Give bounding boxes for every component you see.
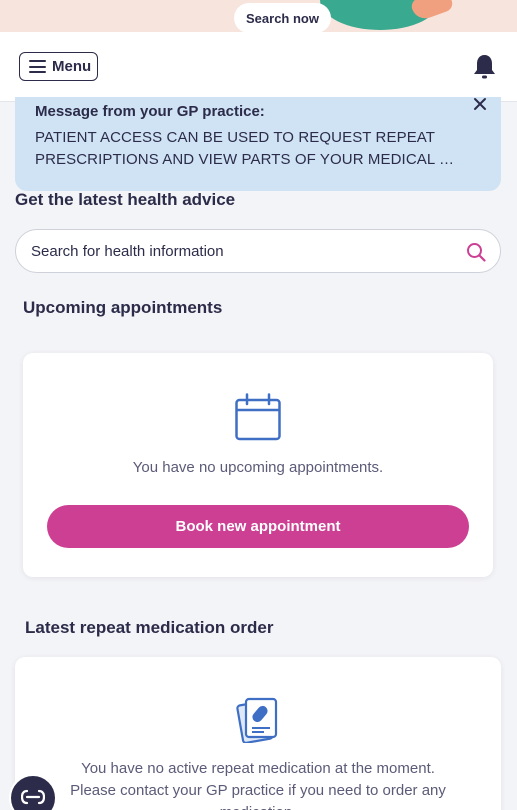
health-advice-heading: Get the latest health advice <box>15 190 236 209</box>
close-icon[interactable] <box>473 97 487 111</box>
no-appointments-text: You have no upcoming appointments. <box>132 459 384 476</box>
health-search-placeholder: Search for health information <box>31 242 224 260</box>
appointments-card: You have no upcoming appointments. Book … <box>23 353 493 577</box>
bell-icon[interactable] <box>471 53 498 81</box>
appointments-heading: Upcoming appointments <box>23 298 223 317</box>
app-header: Menu <box>0 32 517 102</box>
medication-text-line: You have no active repeat medication at … <box>81 760 435 777</box>
book-appointment-button[interactable]: Book new appointment <box>47 505 469 548</box>
calendar-icon <box>235 393 281 441</box>
search-now-button[interactable]: Search now <box>234 3 331 32</box>
search-icon[interactable] <box>466 242 486 262</box>
menu-label: Menu <box>52 58 92 75</box>
medication-card: You have no active repeat medication at … <box>15 657 501 810</box>
gp-message-line: PRESCRIPTIONS AND VIEW PARTS OF YOUR MED… <box>35 151 455 168</box>
gp-message-title: Message from your GP practice: <box>35 103 265 120</box>
medication-text-line: medication. <box>15 802 501 810</box>
medication-empty-text: You have no active repeat medication at … <box>15 758 501 810</box>
prescription-icon <box>236 697 278 743</box>
medication-text-line: Please contact your GP practice if you n… <box>70 782 446 799</box>
menu-button[interactable]: Menu <box>19 52 98 81</box>
health-search-input[interactable]: Search for health information <box>15 229 501 273</box>
hamburger-icon <box>29 60 46 73</box>
gp-message-body: PATIENT ACCESS CAN BE USED TO REQUEST RE… <box>35 127 481 171</box>
gp-practice-message[interactable]: Message from your GP practice: PATIENT A… <box>15 97 501 191</box>
gp-message-line: PATIENT ACCESS CAN BE USED TO REQUEST RE… <box>35 129 436 146</box>
accessibility-icon <box>21 789 45 805</box>
medication-heading: Latest repeat medication order <box>25 618 274 637</box>
promo-banner: Search now <box>0 0 517 32</box>
